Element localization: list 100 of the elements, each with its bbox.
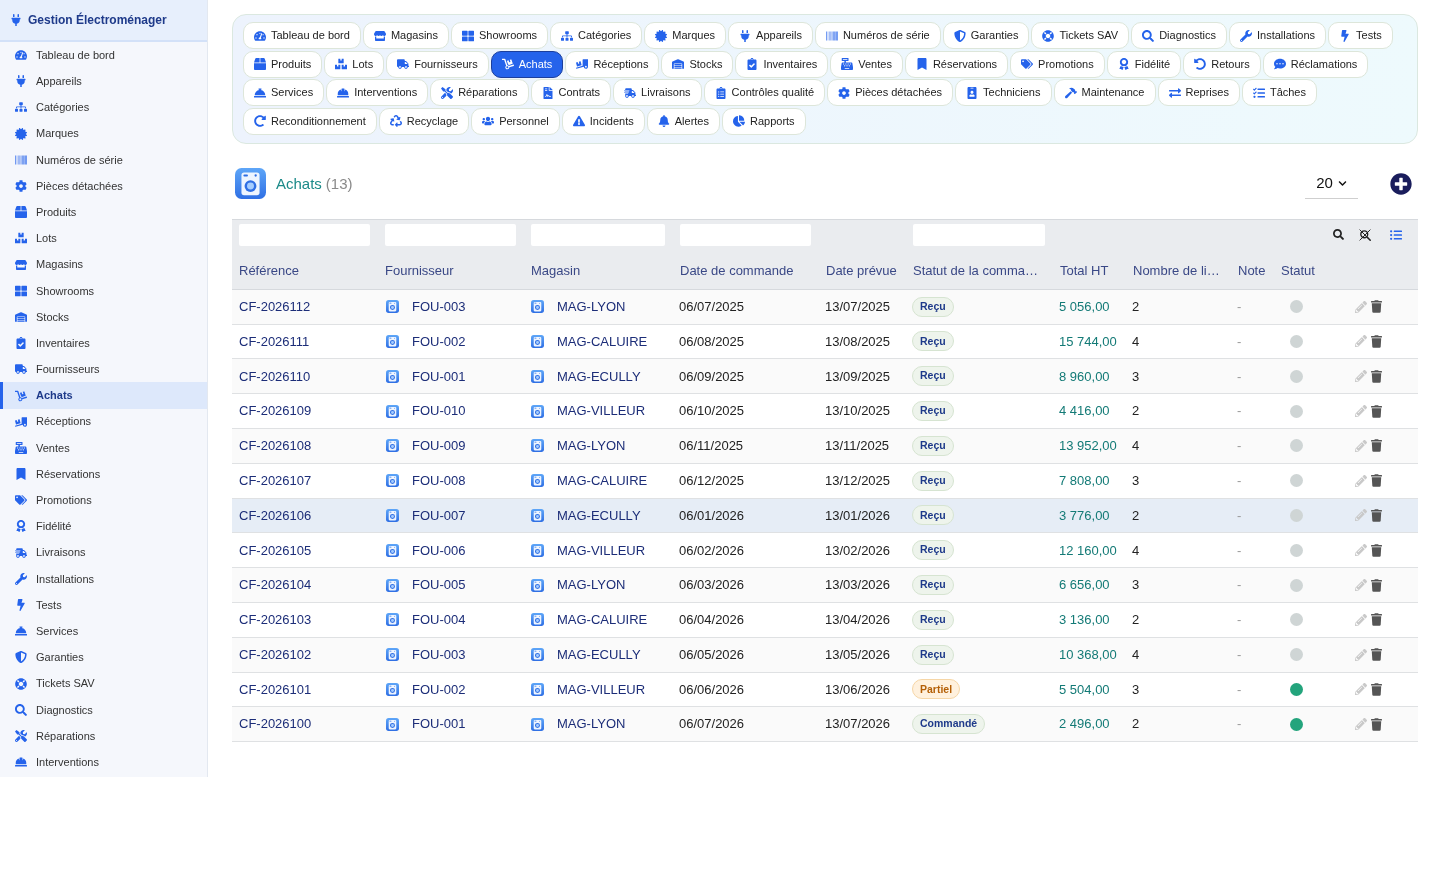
store-link[interactable]: MAG-LYON (557, 714, 626, 734)
module-tab[interactable]: Produits (243, 50, 323, 78)
sidebar-item[interactable]: Livraisons (0, 539, 207, 566)
sidebar-item[interactable]: Fidélité (0, 513, 207, 540)
delete-icon[interactable] (1371, 508, 1382, 522)
sidebar-item[interactable]: Pièces détachées (0, 172, 207, 200)
supplier-link[interactable]: FOU-007 (412, 505, 466, 526)
order-reference[interactable]: CF-2026104 (239, 577, 312, 593)
module-tab[interactable]: Tâches (1241, 79, 1317, 107)
module-tab[interactable]: Achats (490, 50, 564, 78)
module-tab[interactable]: Stocks (661, 50, 734, 78)
delete-icon[interactable] (1371, 578, 1382, 592)
order-reference[interactable]: CF-2026100 (239, 716, 312, 732)
supplier-link[interactable]: FOU-004 (412, 610, 466, 630)
store-link[interactable]: MAG-ECULLY (557, 505, 641, 526)
module-tab[interactable]: Rapports (722, 107, 806, 135)
store-link[interactable]: MAG-ECULLY (557, 644, 641, 665)
store-link[interactable]: MAG-VILLEUR (557, 401, 646, 421)
store-link[interactable]: MAG-LYON (557, 296, 626, 317)
store-link[interactable]: MAG-CALUIRE (557, 331, 648, 352)
clear-search-icon[interactable] (1359, 228, 1371, 241)
table-row[interactable]: CF-2026106 FOU-007 MAG-ECULLY 06/01/2026 13/01/2026 Reçu 3 776,00 2 - (232, 498, 1418, 534)
order-reference[interactable]: CF-2026112 (239, 298, 311, 314)
delete-icon[interactable] (1371, 439, 1382, 453)
add-icon[interactable] (1390, 172, 1412, 195)
module-tab[interactable]: Recyclage (378, 107, 470, 135)
store-link[interactable]: MAG-CALUIRE (557, 470, 648, 491)
sidebar-item[interactable]: Garanties (0, 644, 207, 671)
order-reference[interactable]: CF-2026107 (239, 472, 312, 488)
sidebar-item[interactable]: Showrooms (0, 277, 207, 304)
sidebar-item[interactable]: Produits (0, 199, 207, 226)
delete-icon[interactable] (1371, 543, 1382, 557)
module-tab[interactable]: Incidents (561, 107, 645, 135)
sidebar-item[interactable]: Promotions (0, 487, 207, 514)
module-tab[interactable]: Services (243, 79, 325, 107)
order-reference[interactable]: CF-2026110 (239, 368, 311, 384)
module-tab[interactable]: Reprises (1157, 79, 1240, 107)
delete-icon[interactable] (1371, 613, 1382, 627)
module-tab[interactable]: Magasins (362, 22, 449, 49)
supplier-link[interactable]: FOU-003 (412, 644, 466, 665)
page-size-select[interactable]: 20 (1305, 168, 1358, 199)
module-tab[interactable]: Inventaires (735, 50, 829, 78)
sidebar-item[interactable]: Inventaires (0, 330, 207, 357)
sidebar-item[interactable]: Marques (0, 120, 207, 147)
sidebar-item[interactable]: Ventes (0, 434, 207, 461)
sidebar-item[interactable]: Interventions (0, 749, 207, 776)
module-tab[interactable]: Appareils (728, 22, 813, 49)
sidebar-item[interactable]: Catégories (0, 94, 207, 121)
supplier-link[interactable]: FOU-002 (412, 331, 466, 352)
table-row[interactable]: CF-2026108 FOU-009 MAG-LYON 06/11/2025 13/11/2025 Reçu 13 952,00 4 - (232, 428, 1418, 464)
column-header[interactable]: Date prévue (826, 262, 897, 278)
delete-icon[interactable] (1371, 404, 1382, 418)
sidebar-item[interactable]: Lots (0, 225, 207, 252)
module-tab[interactable]: Interventions (326, 79, 429, 107)
module-tab[interactable]: Tests (1328, 22, 1393, 49)
order-reference[interactable]: CF-2026101 (239, 681, 312, 697)
sidebar-item[interactable]: Fournisseurs (0, 356, 207, 383)
supplier-link[interactable]: FOU-002 (412, 679, 466, 700)
module-tab[interactable]: Contrôles qualité (703, 79, 826, 107)
module-tab[interactable]: Maintenance (1053, 79, 1156, 107)
module-tab[interactable]: Lots (324, 50, 385, 78)
sidebar-item[interactable]: Réceptions (0, 408, 207, 435)
module-tab[interactable]: Catégories (550, 22, 643, 49)
order-reference[interactable]: CF-2026106 (239, 507, 312, 523)
table-row[interactable]: CF-2026112 FOU-003 MAG-LYON 06/07/2025 13/07/2025 Reçu 5 056,00 2 - (232, 289, 1418, 325)
column-header[interactable]: Note (1238, 262, 1266, 278)
table-row[interactable]: CF-2026102 FOU-003 MAG-ECULLY 06/05/2026 13/05/2026 Reçu 10 368,00 4 - (232, 637, 1418, 673)
supplier-link[interactable]: FOU-003 (412, 296, 466, 317)
column-header[interactable]: Statut de la comma… (913, 262, 1038, 278)
module-tab[interactable]: Diagnostics (1131, 22, 1227, 49)
supplier-link[interactable]: FOU-006 (412, 540, 466, 560)
order-reference[interactable]: CF-2026108 (239, 438, 312, 454)
module-tab[interactable]: Tableau de bord (243, 22, 361, 49)
module-tab[interactable]: Fournisseurs (386, 50, 489, 78)
sidebar-item[interactable]: Réservations (0, 461, 207, 488)
column-header[interactable]: Magasin (531, 262, 581, 278)
sidebar-item[interactable]: Tickets SAV (0, 670, 207, 697)
store-link[interactable]: MAG-VILLEUR (557, 679, 646, 700)
module-tab[interactable]: Alertes (646, 107, 720, 135)
sidebar-item[interactable]: Diagnostics (0, 696, 207, 723)
module-tab[interactable]: Showrooms (451, 22, 549, 49)
table-row[interactable]: CF-2026100 FOU-001 MAG-LYON 06/07/2026 13/07/2026 Commandé 2 496,00 2 - (232, 707, 1418, 743)
store-link[interactable]: MAG-ECULLY (557, 366, 641, 386)
delete-icon[interactable] (1371, 717, 1382, 731)
module-tab[interactable]: Livraisons (613, 79, 702, 107)
sidebar-item[interactable]: Services (0, 618, 207, 645)
module-tab[interactable]: Installations (1229, 22, 1327, 49)
supplier-link[interactable]: FOU-010 (412, 401, 466, 421)
delete-icon[interactable] (1371, 334, 1382, 348)
search-icon[interactable] (1333, 229, 1344, 241)
module-tab[interactable]: Contrats (530, 79, 612, 107)
module-tab[interactable]: Ventes (830, 50, 903, 78)
list-view-icon[interactable] (1390, 228, 1402, 241)
column-header[interactable]: Fournisseur (385, 262, 454, 278)
sidebar-item[interactable]: Tableau de bord (0, 42, 207, 69)
order-reference[interactable]: CF-2026111 (239, 333, 310, 349)
sidebar-item[interactable]: Installations (0, 565, 207, 592)
module-tab[interactable]: Tickets SAV (1031, 22, 1130, 49)
order-reference[interactable]: CF-2026105 (239, 542, 312, 558)
sidebar-item[interactable]: Tests (0, 591, 207, 619)
